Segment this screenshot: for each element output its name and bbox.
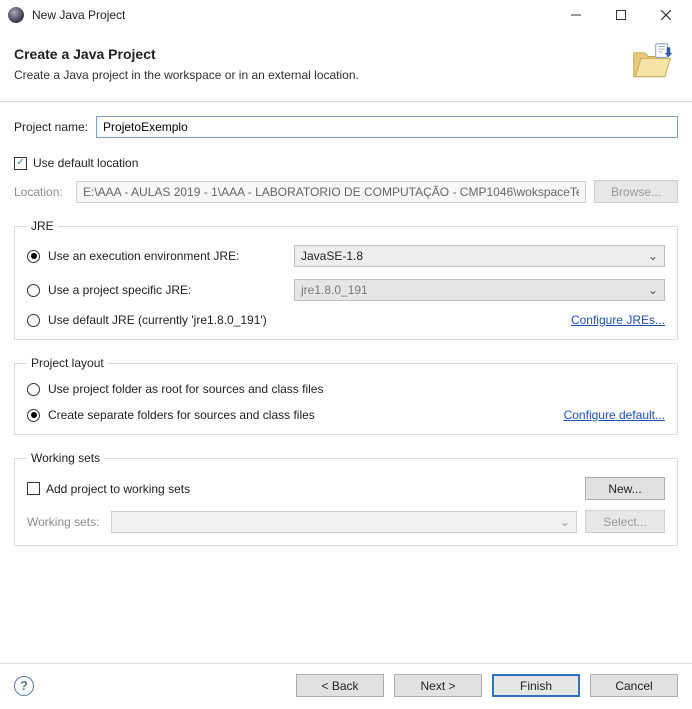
configure-jres-link[interactable]: Configure JREs... <box>571 313 665 327</box>
jre-group: JRE Use an execution environment JRE: Ja… <box>14 219 678 340</box>
working-sets-legend: Working sets <box>27 451 104 465</box>
working-sets-label: Working sets: <box>27 515 103 529</box>
radio-root-folder[interactable] <box>27 383 40 396</box>
radio-default-jre-label: Use default JRE (currently 'jre1.8.0_191… <box>48 313 267 327</box>
banner-heading: Create a Java Project <box>14 46 359 62</box>
chevron-down-icon: ⌄ <box>648 283 658 297</box>
use-default-location-checkbox[interactable]: ✓ Use default location <box>14 156 138 170</box>
project-name-label: Project name: <box>14 120 88 134</box>
checkbox-icon: ✓ <box>14 157 27 170</box>
chevron-down-icon: ⌄ <box>560 515 570 529</box>
minimize-button[interactable] <box>553 0 598 30</box>
add-to-working-sets-checkbox[interactable]: ✓ Add project to working sets <box>27 482 190 496</box>
radio-default-jre[interactable] <box>27 314 40 327</box>
radio-root-folder-label: Use project folder as root for sources a… <box>48 382 323 396</box>
radio-project-jre[interactable] <box>27 284 40 297</box>
project-name-input[interactable] <box>96 116 678 138</box>
cancel-button[interactable]: Cancel <box>590 674 678 697</box>
radio-separate-folders[interactable] <box>27 409 40 422</box>
location-input <box>76 181 586 203</box>
close-button[interactable] <box>643 0 688 30</box>
location-label: Location: <box>14 185 68 199</box>
next-button[interactable]: Next > <box>394 674 482 697</box>
titlebar: New Java Project <box>0 0 692 30</box>
exec-env-value: JavaSE-1.8 <box>301 249 363 263</box>
jre-legend: JRE <box>27 219 58 233</box>
exec-env-select[interactable]: JavaSE-1.8 ⌄ <box>294 245 665 267</box>
finish-button[interactable]: Finish <box>492 674 580 697</box>
eclipse-icon <box>8 7 24 23</box>
banner: Create a Java Project Create a Java proj… <box>0 30 692 101</box>
location-row: Location: Browse... <box>14 180 678 203</box>
project-folder-icon <box>630 40 674 87</box>
banner-subheading: Create a Java project in the workspace o… <box>14 68 359 82</box>
project-layout-group: Project layout Use project folder as roo… <box>14 356 678 435</box>
radio-exec-env-label: Use an execution environment JRE: <box>48 249 286 263</box>
project-jre-value: jre1.8.0_191 <box>301 283 368 297</box>
configure-default-link[interactable]: Configure default... <box>564 408 665 422</box>
radio-separate-folders-label: Create separate folders for sources and … <box>48 408 315 422</box>
project-layout-legend: Project layout <box>27 356 108 370</box>
use-default-location-label: Use default location <box>33 156 138 170</box>
window-controls <box>553 0 688 30</box>
help-button[interactable]: ? <box>14 676 34 696</box>
back-button[interactable]: < Back <box>296 674 384 697</box>
project-jre-select: jre1.8.0_191 ⌄ <box>294 279 665 301</box>
wizard-footer: ? < Back Next > Finish Cancel <box>0 663 692 709</box>
window-title: New Java Project <box>32 8 553 22</box>
working-sets-group: Working sets ✓ Add project to working se… <box>14 451 678 546</box>
project-name-row: Project name: <box>14 116 678 138</box>
new-working-set-button[interactable]: New... <box>585 477 665 500</box>
browse-button: Browse... <box>594 180 678 203</box>
select-working-sets-button: Select... <box>585 510 665 533</box>
checkbox-icon: ✓ <box>27 482 40 495</box>
maximize-button[interactable] <box>598 0 643 30</box>
radio-project-jre-label: Use a project specific JRE: <box>48 283 286 297</box>
chevron-down-icon: ⌄ <box>648 249 658 263</box>
add-to-working-sets-label: Add project to working sets <box>46 482 190 496</box>
radio-exec-env[interactable] <box>27 250 40 263</box>
working-sets-select: ⌄ <box>111 511 577 533</box>
